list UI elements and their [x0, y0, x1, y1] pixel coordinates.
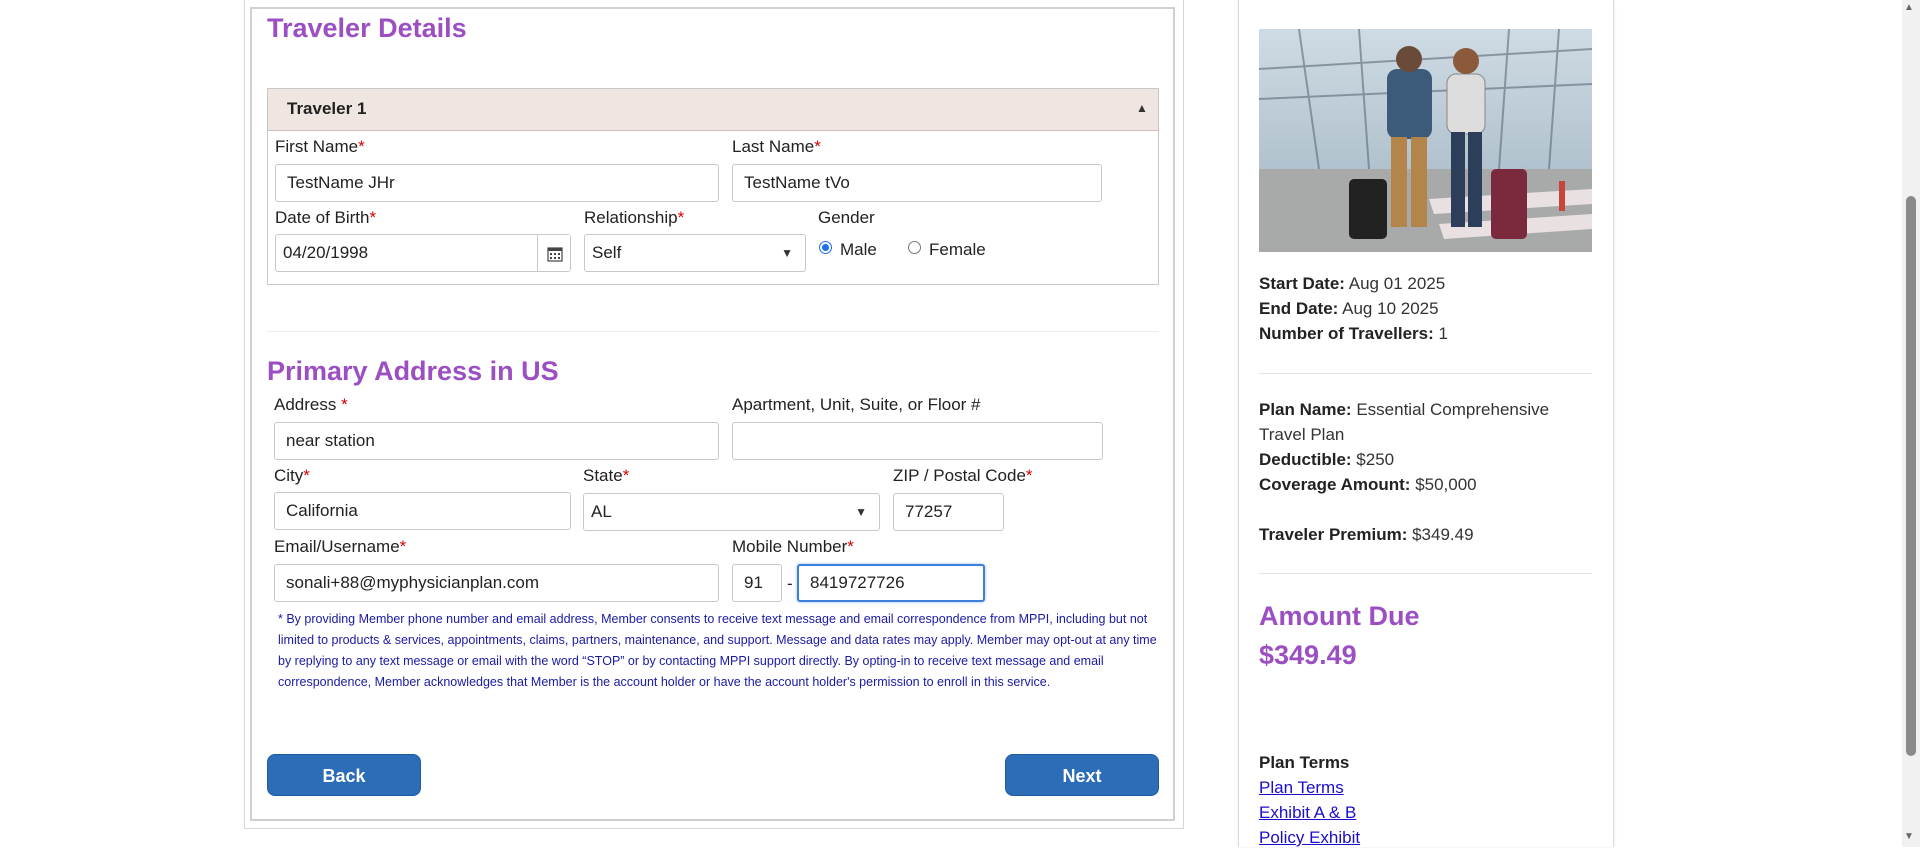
gender-male-label[interactable]: Male: [840, 240, 877, 260]
summary-divider: [1259, 373, 1592, 374]
caret-down-icon: ▼: [781, 246, 793, 260]
apartment-label: Apartment, Unit, Suite, or Floor #: [732, 395, 981, 414]
next-button[interactable]: Next: [1005, 754, 1159, 796]
dob-label: Date of Birth*: [275, 208, 377, 227]
travel-hero-image: [1259, 29, 1592, 252]
amount-due-label: Amount Due: [1259, 601, 1420, 631]
exhibit-ab-link[interactable]: Exhibit A & B: [1259, 803, 1356, 823]
zip-input[interactable]: [893, 493, 1004, 531]
gender-female-radio[interactable]: [908, 241, 921, 254]
summary-plan-name: Plan Name: Essential Comprehensive: [1259, 400, 1550, 419]
amount-due-value: $349.49: [1259, 640, 1357, 670]
mobile-separator: -: [787, 574, 793, 593]
traveler-panel-header[interactable]: [268, 89, 1158, 131]
relationship-label: Relationship*: [584, 208, 685, 227]
scrollbar-thumb[interactable]: [1906, 196, 1916, 756]
state-value: AL: [591, 502, 612, 521]
address-label: Address *: [274, 395, 348, 414]
caret-down-icon: ▼: [855, 505, 867, 519]
relationship-value: Self: [592, 243, 622, 262]
travelers-photo-illustration: [1259, 29, 1592, 252]
relationship-select[interactable]: Self ▼: [584, 234, 806, 272]
city-input[interactable]: [274, 492, 571, 530]
policy-exhibit-link[interactable]: Policy Exhibit: [1259, 828, 1360, 848]
gender-label: Gender: [818, 208, 875, 227]
traveler-panel-title: Traveler 1: [287, 99, 367, 118]
state-select[interactable]: AL ▼: [583, 493, 880, 531]
last-name-input[interactable]: [732, 164, 1102, 202]
last-name-label: Last Name*: [732, 137, 821, 156]
back-button[interactable]: Back: [267, 754, 421, 796]
email-input[interactable]: [274, 564, 719, 602]
summary-coverage: Coverage Amount: $50,000: [1259, 475, 1477, 494]
section-divider: [267, 331, 1159, 332]
first-name-input[interactable]: [275, 164, 719, 202]
country-code-input[interactable]: [732, 564, 782, 602]
summary-end-date: End Date: Aug 10 2025: [1259, 299, 1439, 318]
city-label: City*: [274, 466, 310, 485]
gender-male-radio[interactable]: [819, 241, 832, 254]
summary-deductible: Deductible: $250: [1259, 450, 1395, 469]
mobile-label: Mobile Number*: [732, 537, 854, 556]
chevron-up-icon[interactable]: ▲: [1136, 101, 1148, 115]
primary-address-title: Primary Address in US: [267, 356, 559, 386]
scroll-up-icon[interactable]: ▲: [1904, 2, 1914, 13]
consent-text: * By providing Member phone number and e…: [278, 612, 1157, 689]
gender-female-label[interactable]: Female: [929, 240, 986, 260]
traveler-details-title: Traveler Details: [267, 13, 467, 43]
address-input[interactable]: [274, 422, 719, 460]
summary-divider: [1259, 573, 1592, 574]
calendar-icon: [547, 247, 563, 262]
state-label: State*: [583, 466, 630, 485]
summary-premium: Traveler Premium: $349.49: [1259, 525, 1474, 544]
plan-terms-link[interactable]: Plan Terms: [1259, 778, 1344, 798]
summary-travellers: Number of Travellers: 1: [1259, 324, 1448, 343]
apartment-input[interactable]: [732, 422, 1103, 460]
first-name-label: First Name*: [275, 137, 365, 156]
plan-terms-heading: Plan Terms: [1259, 753, 1350, 772]
calendar-button[interactable]: [537, 235, 570, 271]
summary-plan-name-line2: Travel Plan: [1259, 425, 1345, 444]
mobile-number-input[interactable]: [797, 564, 985, 602]
summary-start-date: Start Date: Aug 01 2025: [1259, 274, 1446, 293]
zip-label: ZIP / Postal Code*: [893, 466, 1033, 485]
dob-input[interactable]: [275, 234, 571, 272]
email-label: Email/Username*: [274, 537, 407, 556]
scroll-down-icon[interactable]: ▼: [1904, 831, 1914, 842]
